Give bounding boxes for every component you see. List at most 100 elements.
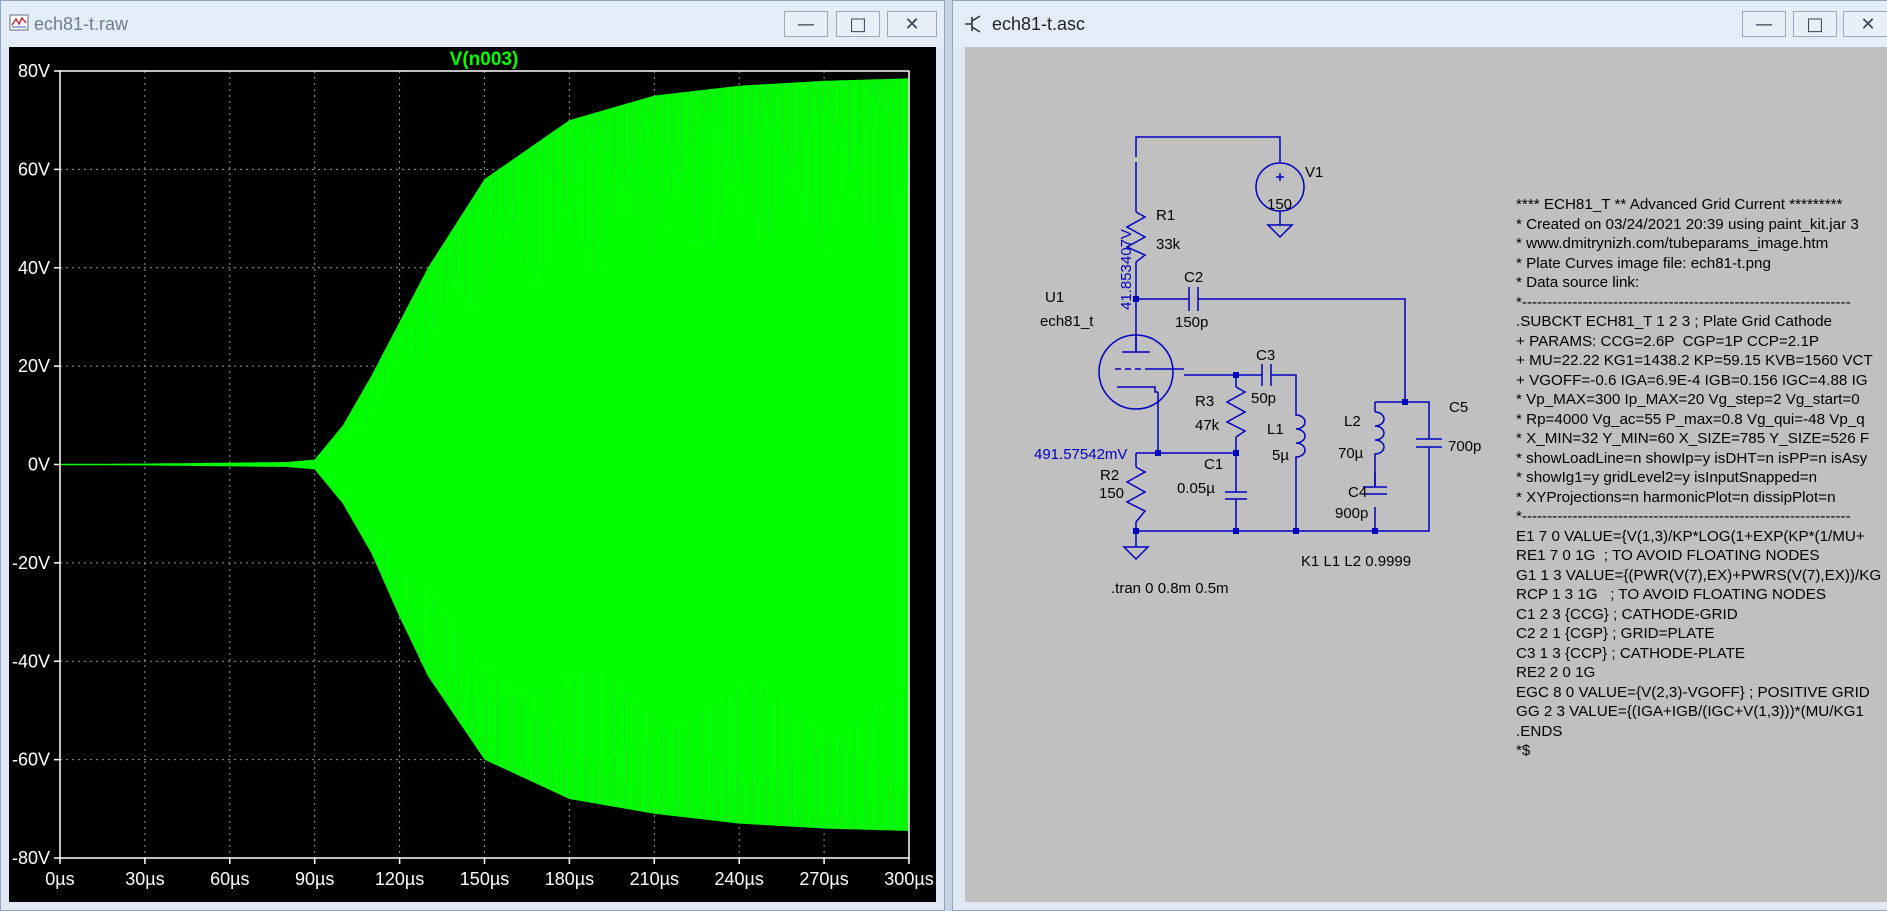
schematic-window-title: ech81-t.asc: [992, 14, 1086, 34]
schematic-window[interactable]: ech81-t.asc — □ ✕ 41.853407V V1 150 R1 3…: [952, 0, 1887, 911]
x-tick-label: 210µs: [630, 869, 679, 889]
waveform-plot[interactable]: 80V 60V 40V 20V 0V -20V -40V -60V -80V 0µs 30µs 60…: [9, 47, 936, 902]
ground-symbol: [1122, 542, 1150, 561]
waveform-titlebar[interactable]: ech81-t.raw — □ ✕: [1, 1, 944, 47]
v1-name: V1: [1305, 164, 1324, 181]
x-tick-label: 180µs: [545, 869, 594, 889]
waveform-restore-button[interactable]: □: [836, 11, 880, 37]
waveform-window-title: ech81-t.raw: [34, 14, 129, 34]
x-tick-label: 150µs: [460, 869, 509, 889]
c3-symbol[interactable]: [1261, 364, 1272, 386]
u1-model: ech81_t: [1040, 313, 1094, 330]
waveform-close-button[interactable]: ✕: [887, 11, 937, 37]
wire-r2[interactable]: [1135, 452, 1158, 542]
netlist-line: * showLoadLine=n showIp=y isDHT=n isPP=n…: [1516, 449, 1868, 467]
netlist-line: .ENDS: [1516, 722, 1563, 740]
y-tick-label: 60V: [18, 159, 50, 179]
netlist-line: G1 1 3 VALUE={(PWR(V(7),EX)+PWRS(V(7),EX…: [1516, 566, 1882, 584]
tube-u1-cathode: [1117, 386, 1158, 393]
schematic-canvas[interactable]: 41.853407V V1 150 R1 33k C2 150p U1 ech8…: [965, 47, 1887, 902]
plot-area[interactable]: 80V 60V 40V 20V 0V -20V -40V -60V -80V 0µs 30µs 60…: [9, 47, 936, 902]
r2-value: 150: [1099, 485, 1125, 502]
l2-symbol[interactable]: [1374, 411, 1385, 487]
schematic-close-button[interactable]: ✕: [1843, 11, 1887, 37]
c2-value: 150p: [1175, 314, 1209, 331]
netlist-line: * www.dmitrynizh.com/tubeparams_image.ht…: [1516, 235, 1829, 252]
waveform-plot-pane[interactable]: 80V 60V 40V 20V 0V -20V -40V -60V -80V 0µs 30µs 60…: [9, 47, 936, 902]
wire-cathode[interactable]: [1157, 392, 1237, 531]
r3-symbol[interactable]: [1225, 386, 1247, 438]
v1-plus: [1276, 173, 1284, 181]
x-tick-label: 240µs: [714, 869, 763, 889]
x-tick-label: 30µs: [125, 869, 164, 889]
l1-name: L1: [1267, 421, 1284, 438]
c1-symbol[interactable]: [1225, 491, 1247, 507]
y-tick-label: -20V: [12, 553, 50, 573]
y-tick-label: 0V: [28, 455, 50, 475]
x-tick-label: 90µs: [295, 869, 334, 889]
wire-top[interactable]: [1135, 136, 1281, 162]
c1-value: 0.05µ: [1177, 480, 1215, 497]
netlist-line: * showIg1=y gridLevel2=y isInputSnapped=…: [1516, 469, 1818, 486]
c2-name: C2: [1184, 269, 1204, 286]
schematic-minimize-button[interactable]: —: [1742, 11, 1786, 37]
r1-value: 33k: [1156, 236, 1181, 253]
netlist-line: * Vp_MAX=300 Ip_MAX=20 Vg_step=2 Vg_star…: [1516, 391, 1860, 408]
x-tick-label: 300µs: [884, 869, 933, 889]
l1-symbol[interactable]: [1295, 402, 1306, 472]
l2-value: 70µ: [1338, 445, 1364, 462]
x-tick-label: 120µs: [375, 869, 424, 889]
netlist-line: + VGOFF=-0.6 IGA=6.9E-4 IGB=0.156 IGC=4.…: [1516, 371, 1868, 389]
waveform-minimize-button[interactable]: —: [784, 11, 828, 37]
y-tick-label: 80V: [18, 61, 50, 81]
c2-symbol[interactable]: [1188, 287, 1199, 311]
trace-v-n003: [60, 78, 909, 831]
netlist-line: *---------------------------------------…: [1516, 293, 1851, 311]
waveform-window[interactable]: ech81-t.raw — □ ✕ 80V 60V 40V 20V 0V -20V -40V…: [0, 0, 945, 911]
c5-name: C5: [1449, 399, 1469, 416]
netlist-line: + PARAMS: CCG=2.6P CGP=1P CCP=2.1P: [1516, 332, 1820, 350]
netlist-line: **** ECH81_T ** Advanced Grid Current **…: [1516, 196, 1843, 213]
wire-c2-right[interactable]: [1198, 298, 1406, 402]
r2-name: R2: [1100, 467, 1120, 484]
c3-name: C3: [1256, 347, 1276, 364]
netlist-line: C3 1 3 {CCP} ; CATHODE-PLATE: [1516, 644, 1746, 662]
r1-name: R1: [1156, 207, 1176, 224]
v1-ground: [1266, 211, 1294, 239]
netlist-line: RE1 7 0 1G ; TO AVOID FLOATING NODES: [1516, 547, 1820, 564]
netlist-line: C2 2 1 {CGP} ; GRID=PLATE: [1516, 625, 1715, 642]
tube-u1-plate: [1122, 337, 1150, 353]
tran-directive[interactable]: .tran 0 0.8m 0.5m: [1111, 580, 1229, 597]
r2-symbol[interactable]: [1125, 466, 1147, 523]
schematic-titlebar[interactable]: ech81-t.asc — □ ✕: [953, 1, 1887, 47]
netlist-line: * Created on 03/24/2021 20:39 using pain…: [1516, 215, 1859, 233]
y-tick-label: -60V: [12, 750, 50, 770]
y-axis-ticks: 80V 60V 40V 20V 0V -20V -40V -60V -80V: [12, 61, 60, 868]
netlist-line: .SUBCKT ECH81_T 1 2 3 ; Plate Grid Catho…: [1516, 313, 1833, 330]
r3-value: 47k: [1195, 417, 1220, 434]
v1-value: 150: [1267, 196, 1293, 213]
coupling-directive[interactable]: K1 L1 L2 0.9999: [1301, 553, 1411, 570]
c4-name: C4: [1348, 484, 1368, 501]
x-axis-ticks: 0µs 30µs 60µs 90µs 120µs 150µs 180µs 210µs 240µs…: [45, 858, 934, 889]
trace-label[interactable]: V(n003): [450, 49, 519, 70]
netlist-line: * XYProjections=n harmonicPlot=n dissipP…: [1516, 488, 1836, 506]
subckt-netlist[interactable]: **** ECH81_T ** Advanced Grid Current **…: [1516, 195, 1881, 761]
x-tick-label: 60µs: [210, 869, 249, 889]
netlist-line: C1 2 3 {CCG} ; CATHODE-GRID: [1516, 605, 1738, 623]
y-tick-label: -80V: [12, 848, 50, 868]
c4-value: 900p: [1335, 505, 1369, 522]
l1-value: 5µ: [1272, 447, 1289, 464]
netlist-line: *---------------------------------------…: [1516, 508, 1851, 525]
l2-name: L2: [1344, 413, 1361, 430]
schematic-restore-button[interactable]: □: [1793, 11, 1837, 37]
y-tick-label: 20V: [18, 356, 50, 376]
netlist-line: EGC 8 0 VALUE={V(2,3)-VGOFF} ; POSITIVE …: [1516, 683, 1870, 701]
netlist-line: RE2 2 0 1G: [1516, 664, 1596, 681]
r3-name: R3: [1195, 393, 1215, 410]
waveform-app-icon: [9, 13, 29, 33]
netlist-line: * Plate Curves image file: ech81-t.png: [1516, 254, 1771, 272]
x-tick-label: 270µs: [799, 869, 848, 889]
netlist-line: *$: [1516, 742, 1531, 759]
c5-symbol[interactable]: [1416, 427, 1442, 458]
